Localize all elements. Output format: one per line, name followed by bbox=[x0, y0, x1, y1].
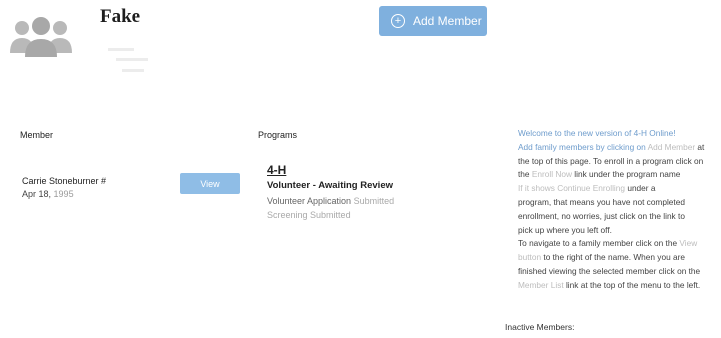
welcome-line: button to the right of the name. When yo… bbox=[518, 251, 718, 265]
welcome-line: Member List link at the top of the menu … bbox=[518, 279, 718, 293]
program-detail-screening: Screening Submitted bbox=[267, 210, 351, 220]
family-name: Fake bbox=[100, 6, 141, 27]
programs-column-header: Programs bbox=[258, 130, 298, 140]
welcome-line: pick up where you left off. bbox=[518, 224, 612, 235]
welcome-line: If it shows Continue Enrolling under a bbox=[518, 182, 718, 196]
add-member-label: Add Member bbox=[413, 14, 482, 28]
welcome-text: Continue Enrolling bbox=[557, 183, 626, 194]
plus-circle-icon: + bbox=[391, 14, 405, 28]
welcome-line: finished viewing the selected member cli… bbox=[518, 265, 701, 276]
welcome-text: to the right of the name. When you are bbox=[543, 252, 685, 263]
welcome-text: Add family members by clicking on bbox=[518, 141, 646, 152]
member-birthdate-day: Apr 18, bbox=[22, 189, 52, 199]
welcome-line: Add family members by clicking on Add Me… bbox=[518, 141, 718, 155]
welcome-text: button bbox=[518, 252, 542, 263]
welcome-text: Enroll Now bbox=[531, 169, 572, 180]
add-member-button[interactable]: + Add Member bbox=[379, 6, 487, 36]
welcome-text: If it shows bbox=[518, 183, 555, 194]
program-detail-application-label: Volunteer Application bbox=[267, 196, 352, 206]
program-detail-screening-state: Submitted bbox=[310, 210, 351, 220]
family-details-placeholder bbox=[106, 42, 154, 82]
welcome-text: View bbox=[679, 238, 698, 249]
welcome-text: under a bbox=[627, 183, 656, 194]
welcome-line: the top of this page. To enroll in a pro… bbox=[518, 155, 704, 166]
program-detail-screening-label: Screening bbox=[267, 210, 308, 220]
program-detail-application: Volunteer Application Submitted bbox=[267, 196, 394, 206]
family-avatar-icon bbox=[10, 13, 72, 57]
welcome-text: at bbox=[697, 141, 705, 152]
inactive-members-heading: Inactive Members: bbox=[505, 322, 575, 332]
member-column-header: Member bbox=[20, 130, 54, 140]
welcome-help-text: Welcome to the new version of 4-H Online… bbox=[518, 127, 718, 293]
welcome-line: program, that means you have not complet… bbox=[518, 196, 685, 207]
welcome-text: To navigate to a family member click on … bbox=[518, 238, 678, 249]
welcome-line: Welcome to the new version of 4-H Online… bbox=[518, 128, 676, 138]
welcome-text: Member List bbox=[518, 279, 564, 290]
welcome-line: the Enroll Now link under the program na… bbox=[518, 168, 718, 182]
program-link-4h[interactable]: 4-H bbox=[267, 163, 286, 177]
member-birthdate-year: 1995 bbox=[53, 189, 74, 199]
member-name: Carrie Stoneburner # bbox=[22, 176, 107, 186]
program-detail-application-state: Submitted bbox=[353, 196, 395, 206]
view-member-button[interactable]: View bbox=[180, 173, 240, 194]
welcome-line: To navigate to a family member click on … bbox=[518, 237, 718, 251]
welcome-text: the bbox=[518, 169, 530, 180]
member-birthdate: Apr 18, 1995 bbox=[22, 189, 74, 199]
welcome-text: link at the top of the menu to the left. bbox=[565, 279, 701, 290]
welcome-text: link under the program name bbox=[574, 169, 681, 180]
welcome-line: enrollment, no worries, just click on th… bbox=[518, 210, 685, 221]
program-status: Volunteer - Awaiting Review bbox=[267, 180, 393, 191]
welcome-text: Add Member bbox=[647, 141, 696, 152]
